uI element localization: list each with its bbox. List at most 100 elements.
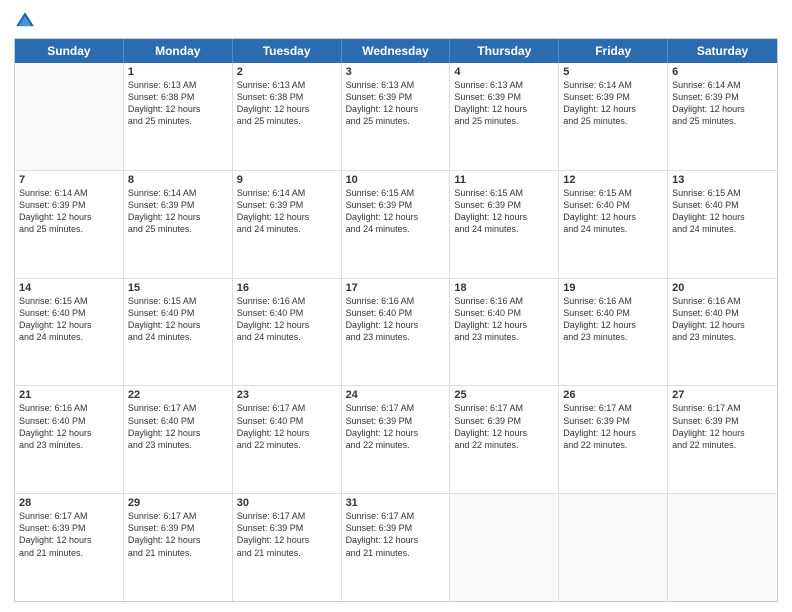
- calendar-cell: 29Sunrise: 6:17 AMSunset: 6:39 PMDayligh…: [124, 494, 233, 601]
- cell-line: and 22 minutes.: [563, 439, 663, 451]
- cell-line: Sunset: 6:40 PM: [454, 307, 554, 319]
- logo-icon: [14, 10, 36, 32]
- cell-line: Daylight: 12 hours: [563, 211, 663, 223]
- cell-line: Sunset: 6:40 PM: [237, 415, 337, 427]
- calendar-cell: 10Sunrise: 6:15 AMSunset: 6:39 PMDayligh…: [342, 171, 451, 278]
- day-number: 9: [237, 174, 337, 186]
- calendar-cell: 28Sunrise: 6:17 AMSunset: 6:39 PMDayligh…: [15, 494, 124, 601]
- cell-line: Daylight: 12 hours: [672, 427, 773, 439]
- cell-line: Sunrise: 6:17 AM: [346, 402, 446, 414]
- cell-line: and 25 minutes.: [346, 115, 446, 127]
- day-number: 29: [128, 497, 228, 509]
- calendar-row-1: 7Sunrise: 6:14 AMSunset: 6:39 PMDaylight…: [15, 171, 777, 279]
- cell-line: Sunrise: 6:17 AM: [237, 510, 337, 522]
- day-number: 23: [237, 389, 337, 401]
- cell-line: Daylight: 12 hours: [346, 427, 446, 439]
- calendar-cell: 30Sunrise: 6:17 AMSunset: 6:39 PMDayligh…: [233, 494, 342, 601]
- cell-line: Sunset: 6:39 PM: [128, 199, 228, 211]
- calendar-cell: [559, 494, 668, 601]
- day-number: 11: [454, 174, 554, 186]
- cell-line: Daylight: 12 hours: [128, 211, 228, 223]
- cell-line: and 24 minutes.: [563, 223, 663, 235]
- day-number: 16: [237, 282, 337, 294]
- cell-line: and 24 minutes.: [672, 223, 773, 235]
- header: [14, 10, 778, 32]
- cell-line: Sunrise: 6:16 AM: [19, 402, 119, 414]
- cell-line: Daylight: 12 hours: [346, 534, 446, 546]
- cell-line: Sunset: 6:40 PM: [128, 415, 228, 427]
- cell-line: Sunset: 6:39 PM: [563, 91, 663, 103]
- calendar-cell: 4Sunrise: 6:13 AMSunset: 6:39 PMDaylight…: [450, 63, 559, 170]
- cell-line: and 24 minutes.: [237, 223, 337, 235]
- cell-line: and 21 minutes.: [19, 547, 119, 559]
- header-day-thursday: Thursday: [450, 39, 559, 63]
- cell-line: and 24 minutes.: [237, 331, 337, 343]
- cell-line: Sunset: 6:40 PM: [672, 199, 773, 211]
- header-day-saturday: Saturday: [668, 39, 777, 63]
- calendar-cell: 31Sunrise: 6:17 AMSunset: 6:39 PMDayligh…: [342, 494, 451, 601]
- cell-line: Daylight: 12 hours: [19, 534, 119, 546]
- calendar-cell: [668, 494, 777, 601]
- cell-line: Sunset: 6:39 PM: [454, 91, 554, 103]
- calendar-cell: 19Sunrise: 6:16 AMSunset: 6:40 PMDayligh…: [559, 279, 668, 386]
- day-number: 24: [346, 389, 446, 401]
- cell-line: Sunset: 6:40 PM: [672, 307, 773, 319]
- cell-line: and 25 minutes.: [237, 115, 337, 127]
- cell-line: Sunrise: 6:13 AM: [237, 79, 337, 91]
- cell-line: Daylight: 12 hours: [346, 319, 446, 331]
- day-number: 8: [128, 174, 228, 186]
- cell-line: Daylight: 12 hours: [563, 319, 663, 331]
- cell-line: Sunrise: 6:14 AM: [237, 187, 337, 199]
- cell-line: Daylight: 12 hours: [563, 103, 663, 115]
- header-day-monday: Monday: [124, 39, 233, 63]
- cell-line: Sunset: 6:40 PM: [19, 307, 119, 319]
- calendar-cell: 20Sunrise: 6:16 AMSunset: 6:40 PMDayligh…: [668, 279, 777, 386]
- cell-line: Sunset: 6:39 PM: [346, 91, 446, 103]
- cell-line: Sunset: 6:39 PM: [237, 199, 337, 211]
- page: SundayMondayTuesdayWednesdayThursdayFrid…: [0, 0, 792, 612]
- calendar-cell: 26Sunrise: 6:17 AMSunset: 6:39 PMDayligh…: [559, 386, 668, 493]
- calendar-cell: 13Sunrise: 6:15 AMSunset: 6:40 PMDayligh…: [668, 171, 777, 278]
- day-number: 5: [563, 66, 663, 78]
- calendar-cell: 24Sunrise: 6:17 AMSunset: 6:39 PMDayligh…: [342, 386, 451, 493]
- cell-line: and 23 minutes.: [454, 331, 554, 343]
- cell-line: Sunrise: 6:17 AM: [128, 402, 228, 414]
- day-number: 4: [454, 66, 554, 78]
- day-number: 26: [563, 389, 663, 401]
- cell-line: Sunrise: 6:17 AM: [128, 510, 228, 522]
- cell-line: Sunrise: 6:17 AM: [346, 510, 446, 522]
- cell-line: Sunrise: 6:15 AM: [19, 295, 119, 307]
- header-day-wednesday: Wednesday: [342, 39, 451, 63]
- cell-line: Sunset: 6:40 PM: [346, 307, 446, 319]
- cell-line: Daylight: 12 hours: [563, 427, 663, 439]
- cell-line: Sunset: 6:39 PM: [128, 522, 228, 534]
- cell-line: Daylight: 12 hours: [237, 211, 337, 223]
- cell-line: Daylight: 12 hours: [237, 319, 337, 331]
- cell-line: Sunset: 6:38 PM: [128, 91, 228, 103]
- cell-line: Daylight: 12 hours: [128, 319, 228, 331]
- calendar-row-3: 21Sunrise: 6:16 AMSunset: 6:40 PMDayligh…: [15, 386, 777, 494]
- cell-line: and 24 minutes.: [454, 223, 554, 235]
- cell-line: Sunrise: 6:15 AM: [128, 295, 228, 307]
- calendar-cell: 25Sunrise: 6:17 AMSunset: 6:39 PMDayligh…: [450, 386, 559, 493]
- day-number: 13: [672, 174, 773, 186]
- calendar-cell: 21Sunrise: 6:16 AMSunset: 6:40 PMDayligh…: [15, 386, 124, 493]
- cell-line: Daylight: 12 hours: [672, 103, 773, 115]
- calendar-cell: [450, 494, 559, 601]
- cell-line: and 21 minutes.: [128, 547, 228, 559]
- day-number: 31: [346, 497, 446, 509]
- header-day-sunday: Sunday: [15, 39, 124, 63]
- cell-line: and 22 minutes.: [237, 439, 337, 451]
- header-day-friday: Friday: [559, 39, 668, 63]
- cell-line: Sunrise: 6:16 AM: [346, 295, 446, 307]
- cell-line: Sunrise: 6:15 AM: [672, 187, 773, 199]
- cell-line: Daylight: 12 hours: [237, 534, 337, 546]
- cell-line: Daylight: 12 hours: [19, 319, 119, 331]
- cell-line: and 22 minutes.: [346, 439, 446, 451]
- day-number: 1: [128, 66, 228, 78]
- cell-line: Sunrise: 6:16 AM: [563, 295, 663, 307]
- cell-line: Sunset: 6:39 PM: [563, 415, 663, 427]
- day-number: 14: [19, 282, 119, 294]
- cell-line: Sunrise: 6:13 AM: [346, 79, 446, 91]
- day-number: 12: [563, 174, 663, 186]
